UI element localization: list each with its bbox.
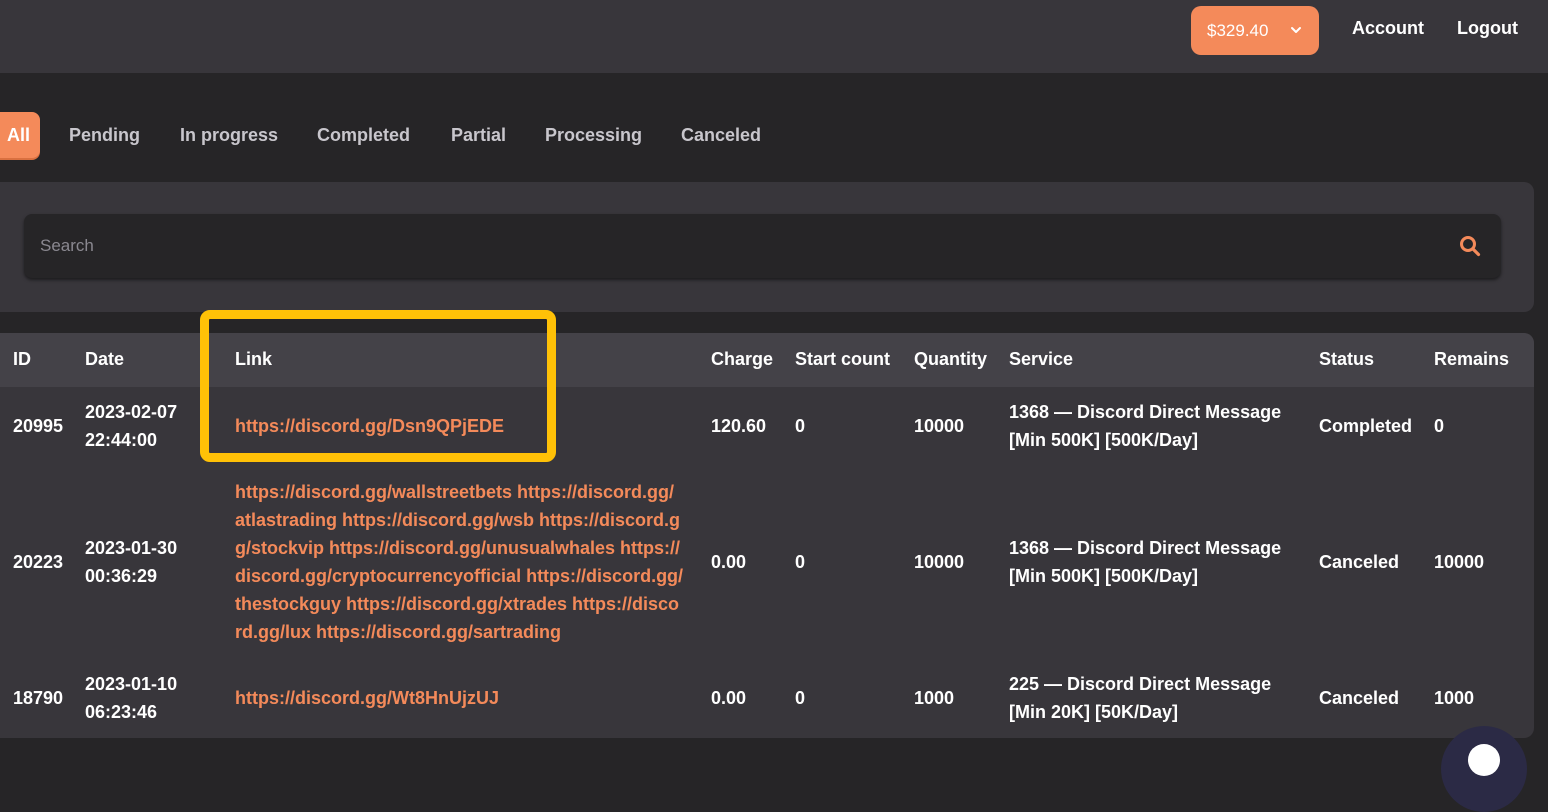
balance-amount: $329.40 <box>1207 20 1269 40</box>
order-time: 22:44:00 <box>85 430 158 450</box>
tab-partial[interactable]: Partial <box>451 112 506 158</box>
order-link-line[interactable]: https://discord.gg/wallstreetbets https:… <box>235 478 674 506</box>
order-start-count: 0 <box>795 416 806 436</box>
order-link-line[interactable]: thestockguy https://discord.gg/xtrades h… <box>235 590 679 618</box>
search-input[interactable] <box>24 214 1424 278</box>
order-charge: 120.60 <box>711 416 767 436</box>
order-start-count: 0 <box>795 552 806 572</box>
tab-in-progress[interactable]: In progress <box>180 112 278 158</box>
account-link[interactable]: Account <box>1352 18 1424 39</box>
order-service-name: 225 — Discord Direct Message <box>1009 674 1272 694</box>
order-status: Canceled <box>1319 552 1400 572</box>
order-remains: 10000 <box>1434 552 1485 572</box>
column-header-remains: Remains <box>1434 349 1510 369</box>
order-id: 20995 <box>13 416 64 436</box>
order-start-count: 0 <box>795 688 806 708</box>
order-link[interactable]: https://discord.gg/Wt8HnUjzUJ <box>235 684 499 712</box>
order-date: 2023-01-10 <box>85 674 178 694</box>
order-charge: 0.00 <box>711 688 747 708</box>
chat-widget-button[interactable] <box>1441 726 1527 812</box>
chevron-down-icon <box>1291 27 1301 33</box>
order-link-line[interactable]: discord.gg/cryptocurrencyofficial https:… <box>235 562 683 590</box>
order-link-line[interactable]: rd.gg/lux https://discord.gg/sartrading <box>235 618 561 646</box>
orders-table: ID Date Link Charge Start count Quantity… <box>0 333 1534 738</box>
order-service-limits: [Min 500K] [500K/Day] <box>1009 566 1199 586</box>
order-quantity: 10000 <box>914 416 965 436</box>
order-charge: 0.00 <box>711 552 747 572</box>
tab-completed[interactable]: Completed <box>317 112 410 158</box>
table-header: ID Date Link Charge Start count Quantity… <box>0 333 1534 387</box>
order-link[interactable]: https://discord.gg/Dsn9QPjEDE <box>235 412 504 440</box>
search-icon[interactable] <box>1459 235 1481 257</box>
logout-link[interactable]: Logout <box>1457 18 1518 39</box>
order-service-limits: [Min 500K] [500K/Day] <box>1009 430 1199 450</box>
search-box <box>24 214 1501 278</box>
order-date: 2023-02-07 <box>85 402 178 422</box>
chat-icon <box>1468 744 1500 776</box>
column-header-link: Link <box>235 349 273 369</box>
search-card <box>0 182 1534 312</box>
order-time: 00:36:29 <box>85 566 158 586</box>
order-status: Canceled <box>1319 688 1400 708</box>
order-remains: 0 <box>1434 416 1445 436</box>
order-service-name: 1368 — Discord Direct Message <box>1009 538 1282 558</box>
tab-processing[interactable]: Processing <box>545 112 642 158</box>
order-quantity: 1000 <box>914 688 955 708</box>
order-id: 18790 <box>13 688 64 708</box>
tab-canceled[interactable]: Canceled <box>681 112 761 158</box>
order-service-name: 1368 — Discord Direct Message <box>1009 402 1282 422</box>
order-quantity: 10000 <box>914 552 965 572</box>
order-time: 06:23:46 <box>85 702 158 722</box>
order-service-limits: [Min 20K] [50K/Day] <box>1009 702 1179 722</box>
column-header-charge: Charge <box>711 349 774 369</box>
column-header-quantity: Quantity <box>914 349 988 369</box>
order-remains: 1000 <box>1434 688 1475 708</box>
tab-pending[interactable]: Pending <box>69 112 140 158</box>
top-bar: $329.40 Account Logout <box>0 0 1548 73</box>
column-header-service: Service <box>1009 349 1074 369</box>
balance-dropdown[interactable]: $329.40 <box>1191 6 1319 55</box>
order-link-line[interactable]: g/stockvip https://discord.gg/unusualwha… <box>235 534 680 562</box>
column-header-date: Date <box>85 349 125 369</box>
order-date: 2023-01-30 <box>85 538 178 558</box>
column-header-id: ID <box>13 349 31 369</box>
order-id: 20223 <box>13 552 64 572</box>
column-header-start-count: Start count <box>795 349 891 369</box>
order-status: Completed <box>1319 416 1413 436</box>
tab-all[interactable]: All <box>0 112 41 158</box>
order-link-line[interactable]: atlastrading https://discord.gg/wsb http… <box>235 506 680 534</box>
column-header-status: Status <box>1319 349 1375 369</box>
